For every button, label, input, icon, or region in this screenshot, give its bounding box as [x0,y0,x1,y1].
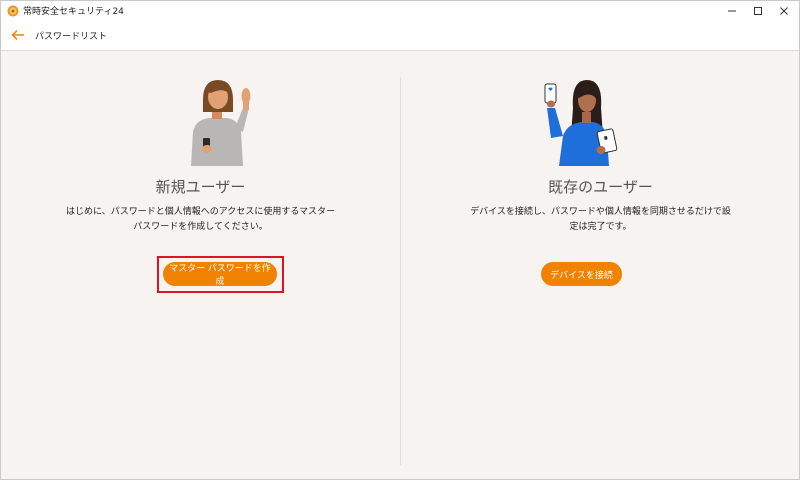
existing-user-description-line2: 定は完了です。 [569,222,632,232]
title-bar: 常時安全セキュリティ24 [1,1,799,21]
connect-device-button[interactable]: デバイスを接続 [541,262,622,286]
new-user-description-line1: はじめに、パスワードと個人情報へのアクセスに使用するマスター [66,207,335,217]
app-logo-icon [7,5,19,17]
maximize-icon [754,7,762,15]
close-icon [780,7,788,15]
new-user-description-line2: パスワードを作成してください。 [133,222,268,232]
page-title: パスワードリスト [35,32,108,42]
new-user-heading: 新規ユーザー [155,178,246,196]
existing-user-description-line1: デバイスを接続し、パスワードや個人情報を同期させるだけで設 [470,207,731,217]
back-arrow-icon [11,29,24,41]
highlight-box [157,256,284,293]
maximize-button[interactable] [745,1,771,21]
app-window: 常時安全セキュリティ24 パスワードリスト 新規ユーザー はじめに、パスワードと… [0,0,800,480]
new-user-panel: 新規ユーザー はじめに、パスワードと個人情報へのアクセスに使用するマスター パス… [1,50,400,480]
existing-user-heading: 既存のユーザー [548,178,653,196]
close-button[interactable] [771,1,797,21]
waving-user-illustration [191,80,251,166]
window-title: 常時安全セキュリティ24 [23,7,124,17]
device-user-illustration [544,80,618,166]
existing-user-panel: 既存のユーザー デバイスを接続し、パスワードや個人情報を同期させるだけで設 定は… [401,50,800,480]
minimize-button[interactable] [719,1,745,21]
back-button[interactable] [9,26,27,44]
nav-bar: パスワードリスト [1,21,799,51]
minimize-icon [728,10,736,12]
